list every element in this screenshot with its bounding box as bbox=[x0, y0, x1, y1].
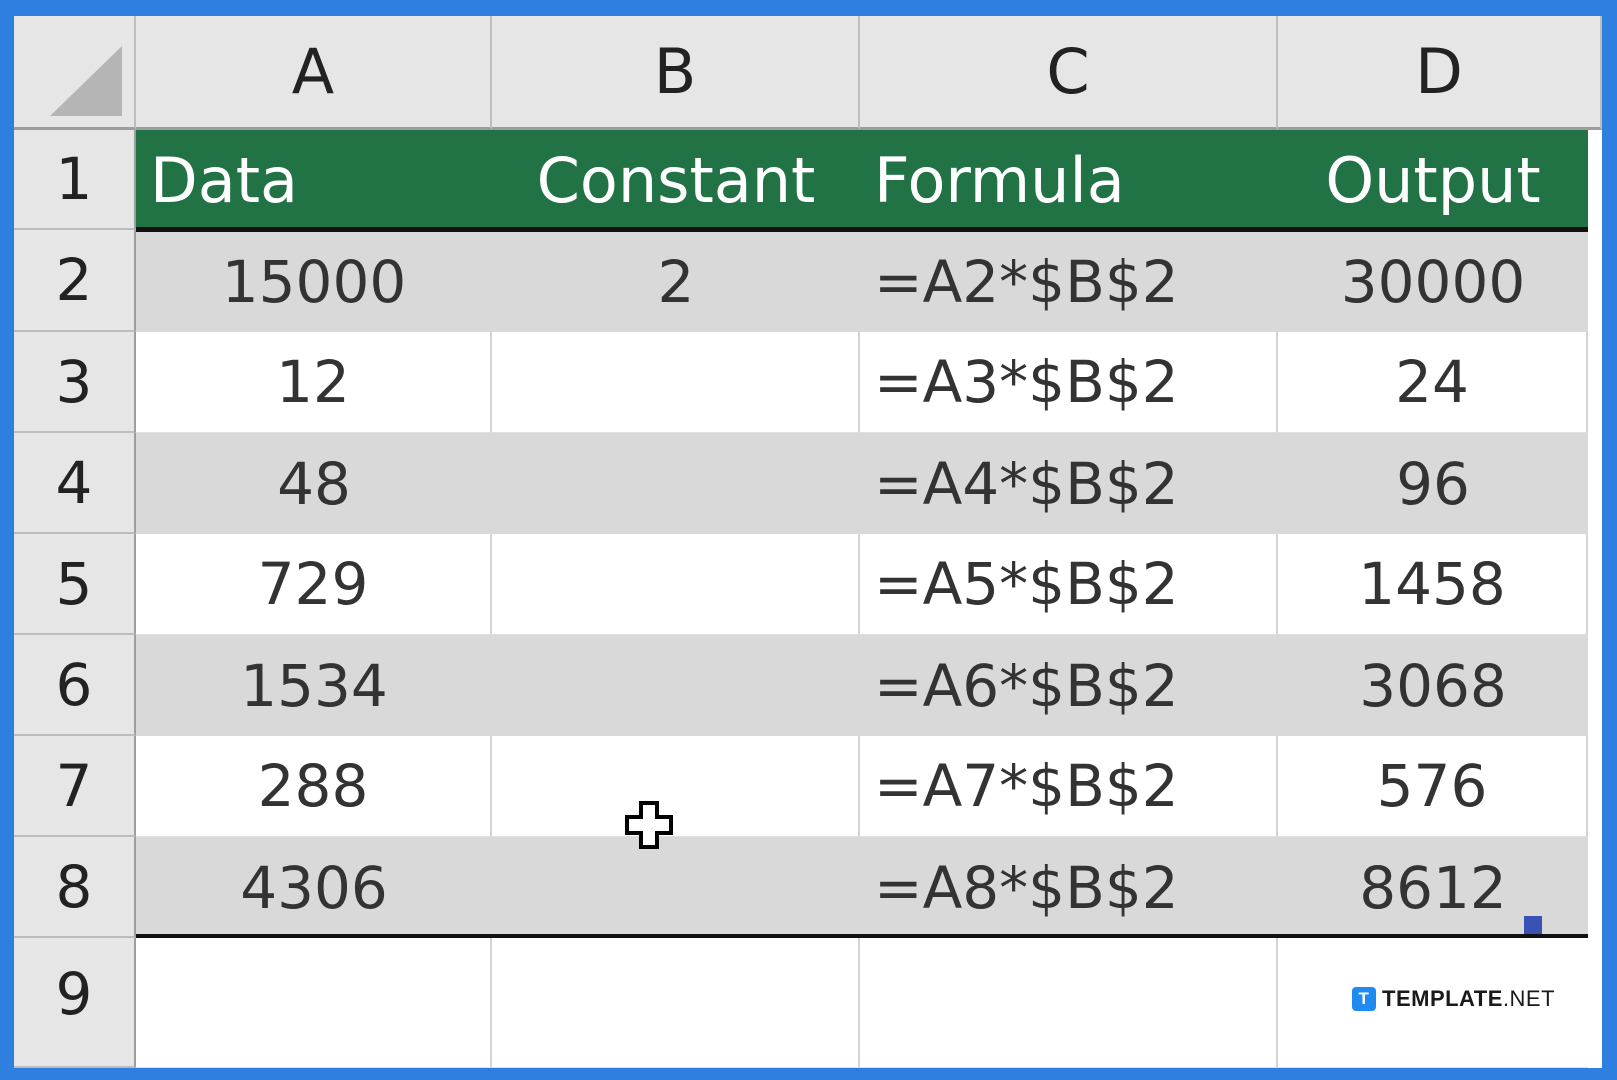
row-header-7[interactable]: 7 bbox=[14, 736, 136, 837]
cell-a4[interactable]: 48 bbox=[136, 433, 492, 534]
row-number: 4 bbox=[55, 448, 93, 517]
cell-a7[interactable]: 288 bbox=[136, 736, 492, 837]
row-header-2[interactable]: 2 bbox=[14, 230, 136, 332]
cell-select-cursor-icon bbox=[625, 801, 673, 849]
cell-d5[interactable]: 1458 bbox=[1278, 534, 1588, 635]
cell-b8[interactable] bbox=[492, 837, 860, 938]
row-number: 3 bbox=[55, 347, 93, 416]
row-number: 8 bbox=[55, 852, 93, 921]
cell-text: 1534 bbox=[240, 651, 388, 720]
logo-brand: TEMPLATE bbox=[1382, 986, 1503, 1011]
row-number: 9 bbox=[55, 960, 93, 1028]
select-all-triangle-icon bbox=[50, 46, 122, 116]
cell-b6[interactable] bbox=[492, 635, 860, 736]
row-number: 6 bbox=[55, 650, 93, 719]
cell-a5[interactable]: 729 bbox=[136, 534, 492, 635]
fill-handle[interactable] bbox=[1524, 916, 1542, 934]
cell-c6[interactable]: =A6*$B$2 bbox=[860, 635, 1278, 736]
row-header-6[interactable]: 6 bbox=[14, 635, 136, 736]
cell-a6[interactable]: 1534 bbox=[136, 635, 492, 736]
cell-d4[interactable]: 96 bbox=[1278, 433, 1588, 534]
cell-d3[interactable]: 24 bbox=[1278, 332, 1588, 433]
cell-text: 48 bbox=[277, 449, 351, 518]
cell-text: 729 bbox=[257, 550, 369, 618]
cell-d6[interactable]: 3068 bbox=[1278, 635, 1588, 736]
cell-text: Output bbox=[1325, 143, 1541, 217]
cell-text: 8612 bbox=[1359, 853, 1507, 922]
row-number: 7 bbox=[55, 751, 93, 820]
cell-d1[interactable]: Output bbox=[1278, 130, 1588, 230]
cell-d7[interactable]: 576 bbox=[1278, 736, 1588, 837]
cell-text: =A2*$B$2 bbox=[874, 248, 1179, 316]
template-logo-icon: T bbox=[1352, 987, 1376, 1011]
row-header-3[interactable]: 3 bbox=[14, 332, 136, 433]
cell-c9[interactable] bbox=[860, 938, 1278, 1068]
spreadsheet-grid: A B C D 1 2 3 4 5 6 7 8 9 Data Constant … bbox=[14, 16, 1602, 1068]
column-letter: A bbox=[291, 35, 335, 108]
cell-c8[interactable]: =A8*$B$2 bbox=[860, 837, 1278, 938]
cell-text: 576 bbox=[1376, 752, 1488, 820]
select-all-button[interactable] bbox=[14, 16, 136, 130]
column-header-d[interactable]: D bbox=[1278, 16, 1602, 130]
grid-right-edge bbox=[1588, 130, 1602, 1068]
row-header-4[interactable]: 4 bbox=[14, 433, 136, 534]
cell-b7[interactable] bbox=[492, 736, 860, 837]
column-letter: B bbox=[653, 35, 697, 108]
row-header-1[interactable]: 1 bbox=[14, 130, 136, 230]
cell-text: =A3*$B$2 bbox=[874, 348, 1179, 416]
cell-text: =A7*$B$2 bbox=[874, 752, 1179, 820]
column-header-b[interactable]: B bbox=[492, 16, 860, 130]
logo-suffix: .NET bbox=[1502, 986, 1556, 1011]
cell-text: Formula bbox=[874, 143, 1125, 217]
row-number: 1 bbox=[55, 145, 93, 213]
cell-text: 12 bbox=[276, 348, 350, 416]
cell-text: =A6*$B$2 bbox=[874, 651, 1179, 720]
row-header-5[interactable]: 5 bbox=[14, 534, 136, 635]
cell-text: 96 bbox=[1396, 449, 1470, 518]
cell-text: 2 bbox=[657, 248, 695, 316]
cell-a2[interactable]: 15000 bbox=[136, 232, 492, 332]
cell-text: 30000 bbox=[1340, 248, 1526, 316]
cell-a3[interactable]: 12 bbox=[136, 332, 492, 433]
cell-c4[interactable]: =A4*$B$2 bbox=[860, 433, 1278, 534]
column-letter: D bbox=[1415, 35, 1463, 108]
cell-c7[interactable]: =A7*$B$2 bbox=[860, 736, 1278, 837]
cell-a8[interactable]: 4306 bbox=[136, 837, 492, 938]
cell-text: =A4*$B$2 bbox=[874, 449, 1179, 518]
cell-b2[interactable]: 2 bbox=[492, 232, 860, 332]
cell-text: 24 bbox=[1395, 348, 1469, 416]
row-number: 5 bbox=[55, 549, 93, 618]
column-header-c[interactable]: C bbox=[860, 16, 1278, 130]
cell-text: 1458 bbox=[1358, 550, 1506, 618]
cell-c2[interactable]: =A2*$B$2 bbox=[860, 232, 1278, 332]
cell-text: 15000 bbox=[221, 248, 407, 316]
column-letter: C bbox=[1046, 35, 1090, 108]
cell-text: Data bbox=[150, 143, 299, 217]
cell-a1[interactable]: Data bbox=[136, 130, 492, 230]
cell-a9[interactable] bbox=[136, 938, 492, 1068]
cell-c1[interactable]: Formula bbox=[860, 130, 1278, 230]
cell-text: Constant bbox=[536, 143, 816, 217]
row-header-8[interactable]: 8 bbox=[14, 837, 136, 938]
template-net-logo: T TEMPLATE .NET bbox=[1352, 986, 1555, 1012]
cell-b3[interactable] bbox=[492, 332, 860, 433]
cell-text: 4306 bbox=[240, 853, 388, 922]
cell-d2[interactable]: 30000 bbox=[1278, 232, 1588, 332]
cell-text: 3068 bbox=[1359, 651, 1507, 720]
cell-text: =A5*$B$2 bbox=[874, 550, 1179, 618]
cell-text: =A8*$B$2 bbox=[874, 853, 1179, 922]
row-number: 2 bbox=[55, 246, 93, 314]
cell-b5[interactable] bbox=[492, 534, 860, 635]
column-header-a[interactable]: A bbox=[136, 16, 492, 130]
cell-b9[interactable] bbox=[492, 938, 860, 1068]
cell-c3[interactable]: =A3*$B$2 bbox=[860, 332, 1278, 433]
cell-b1[interactable]: Constant bbox=[492, 130, 860, 230]
cell-b4[interactable] bbox=[492, 433, 860, 534]
cell-c5[interactable]: =A5*$B$2 bbox=[860, 534, 1278, 635]
row-header-9[interactable]: 9 bbox=[14, 938, 136, 1068]
cell-text: 288 bbox=[257, 752, 369, 820]
